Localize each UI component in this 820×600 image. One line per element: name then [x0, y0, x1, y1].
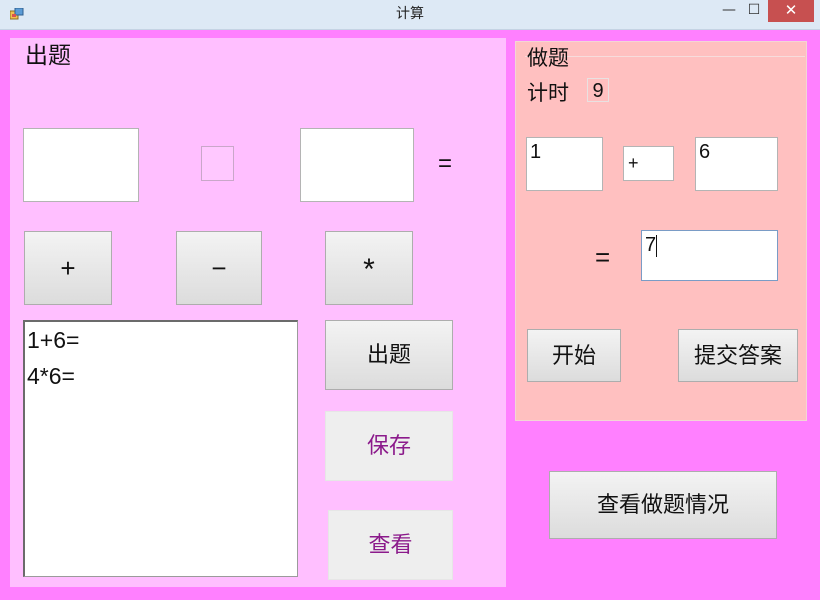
start-button[interactable]: 开始	[527, 329, 621, 382]
view-button[interactable]: 查看	[328, 510, 453, 580]
window-title: 计算	[396, 6, 424, 22]
save-button[interactable]: 保存	[325, 411, 453, 481]
operand1-input[interactable]	[23, 128, 139, 202]
practice-operator-field[interactable]: +	[623, 146, 674, 181]
generate-question-button[interactable]: 出题	[325, 320, 453, 390]
practice-operand2-field[interactable]: 6	[695, 137, 778, 191]
submit-answer-button[interactable]: 提交答案	[678, 329, 798, 382]
plus-button[interactable]: +	[24, 231, 112, 305]
list-item: 4*6=	[27, 363, 75, 389]
text-cursor	[656, 234, 658, 257]
operand2-input[interactable]	[300, 128, 414, 202]
answer-input-value: 7	[645, 234, 657, 256]
practice-panel-title: 做题	[527, 47, 569, 70]
equals-sign: =	[438, 150, 453, 177]
minus-button[interactable]: −	[176, 231, 262, 305]
practice-operand1-field[interactable]: 1	[526, 137, 603, 191]
question-panel-title: 出题	[25, 43, 71, 69]
maximize-icon[interactable]: ☐	[740, 0, 768, 22]
list-item: 1+6=	[27, 327, 80, 353]
question-list[interactable]: 1+6= 4*6=	[23, 320, 298, 577]
timer-value: 9	[587, 78, 609, 102]
practice-equals-sign: =	[595, 242, 611, 272]
close-icon[interactable]: ✕	[768, 0, 814, 22]
timer-label: 计时	[527, 82, 569, 105]
operator-box	[201, 146, 234, 181]
multiply-button[interactable]: *	[325, 231, 413, 305]
view-results-button[interactable]: 查看做题情况	[549, 471, 777, 539]
answer-input[interactable]: 7	[641, 230, 778, 281]
